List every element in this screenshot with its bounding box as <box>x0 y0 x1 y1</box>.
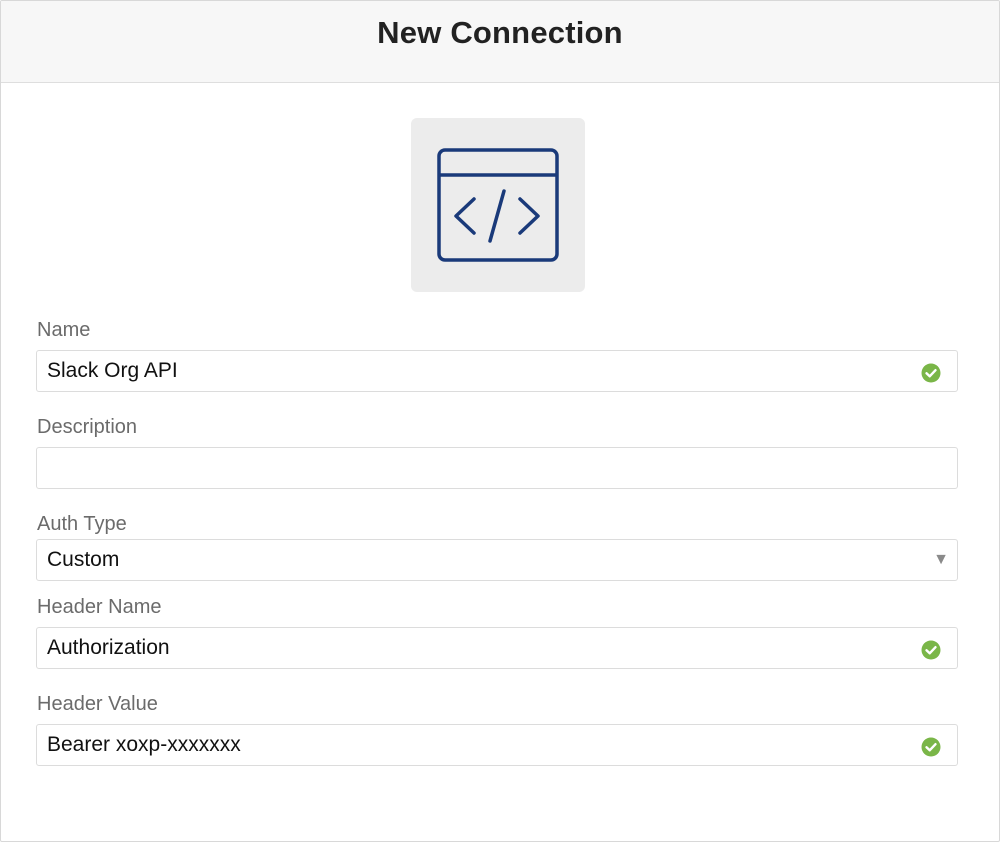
header-value-input-value: Bearer xoxp-xxxxxxx <box>47 733 241 756</box>
auth-type-select[interactable]: Custom ▼ <box>36 539 958 581</box>
code-window-icon <box>437 148 559 262</box>
new-connection-panel: New Connection Name Slack Org API Descri… <box>0 0 1000 842</box>
name-label: Name <box>37 319 91 341</box>
header-value-label: Header Value <box>37 693 158 715</box>
description-input[interactable] <box>36 447 958 489</box>
dropdown-caret-icon: ▼ <box>933 551 949 568</box>
name-input-value: Slack Org API <box>47 359 178 382</box>
auth-type-label: Auth Type <box>37 513 127 535</box>
header-value-input[interactable]: Bearer xoxp-xxxxxxx <box>36 724 958 766</box>
page-title: New Connection <box>377 14 623 50</box>
header-name-input[interactable]: Authorization <box>36 627 958 669</box>
name-input[interactable]: Slack Org API <box>36 350 958 392</box>
connection-icon-tile <box>411 118 585 292</box>
panel-header: New Connection <box>1 1 999 83</box>
valid-check-icon <box>921 363 941 383</box>
header-name-input-value: Authorization <box>47 636 170 659</box>
valid-check-icon <box>921 737 941 757</box>
valid-check-icon <box>921 640 941 660</box>
header-name-label: Header Name <box>37 596 162 618</box>
description-label: Description <box>37 416 138 438</box>
auth-type-selected-value: Custom <box>47 548 120 571</box>
